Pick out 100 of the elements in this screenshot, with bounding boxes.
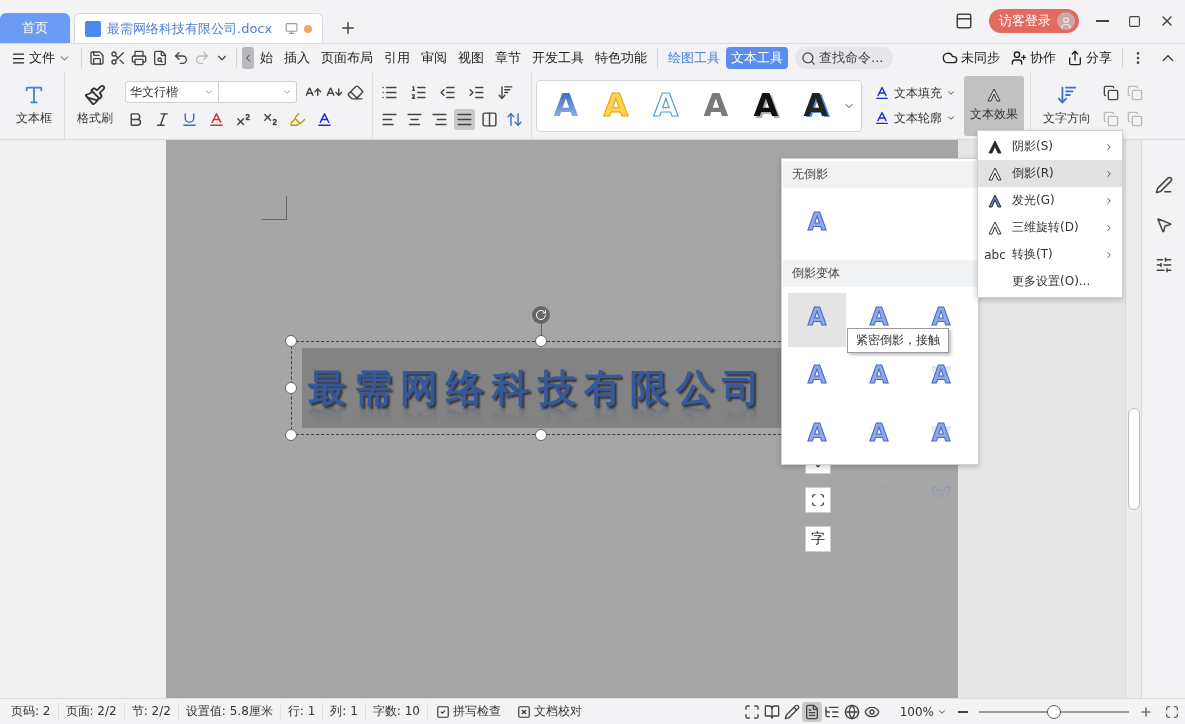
resize-handle[interactable] — [535, 429, 547, 441]
user-plus-icon — [1011, 50, 1027, 66]
print-button[interactable] — [129, 48, 149, 68]
section-title: 无倒影 — [783, 161, 977, 188]
monitor-icon — [285, 22, 298, 35]
letter-a-icon — [988, 139, 1002, 154]
numbered-list-icon — [410, 83, 427, 101]
layout-icon — [955, 12, 973, 30]
outline-button[interactable] — [805, 487, 831, 513]
menu-tab[interactable]: 视图 — [453, 47, 489, 69]
book-icon — [763, 703, 780, 720]
menu-tab[interactable]: 章节 — [490, 47, 526, 69]
font-color-icon — [316, 111, 333, 128]
text-direction-button[interactable]: 文字方向 — [1037, 75, 1097, 136]
menu-tab[interactable]: 审阅 — [416, 47, 452, 69]
text-color-icon — [874, 110, 890, 126]
menu-item[interactable]: 倒影(R) — [978, 160, 1122, 187]
menu-tab[interactable]: 始 — [255, 47, 278, 69]
resize-handle[interactable] — [285, 382, 297, 394]
action-button[interactable]: 分享 — [1062, 47, 1117, 69]
document-icon — [85, 20, 101, 37]
resize-handle[interactable] — [285, 335, 297, 347]
page-view-button[interactable] — [801, 701, 822, 722]
underline-icon — [181, 111, 198, 128]
text-outline-button[interactable]: 文本轮廓 — [872, 109, 958, 127]
scissors-icon — [110, 50, 126, 66]
menu-tab[interactable]: 特色功能 — [590, 47, 652, 69]
rotate-handle[interactable] — [532, 306, 550, 324]
frame-icon — [811, 493, 825, 507]
resize-handle[interactable] — [285, 429, 297, 441]
maximize-icon — [1128, 14, 1141, 28]
redo-icon — [194, 50, 210, 66]
action-button[interactable]: 协作 — [1006, 47, 1061, 69]
fit-page-icon — [1165, 704, 1179, 719]
icon-text: abc — [984, 247, 1006, 262]
caret-icon — [946, 88, 956, 98]
text-style-preset[interactable]: A — [791, 87, 841, 124]
caret-icon — [282, 87, 292, 97]
save-button[interactable] — [87, 48, 107, 68]
font-size-field[interactable] — [219, 81, 297, 103]
status-text: 设置值: 5.8厘米 — [178, 703, 281, 720]
pointer-icon — [1154, 216, 1173, 234]
menu-tab[interactable]: 引用 — [379, 47, 415, 69]
tooltip: 紧密倒影，接触 — [847, 328, 949, 353]
strikethrough-icon — [208, 111, 225, 128]
scrollbar-thumb[interactable] — [1128, 408, 1140, 510]
font-field[interactable]: 华文行楷 — [125, 81, 219, 103]
print-preview-icon — [152, 50, 168, 66]
text-color-icon — [874, 85, 890, 101]
menu-tab[interactable]: 绘图工具 — [663, 47, 725, 69]
text-fill-button[interactable]: 文本填充 — [872, 84, 958, 102]
status-button[interactable]: 文档校对 — [508, 703, 590, 720]
check-box-icon — [435, 704, 450, 719]
menu-item[interactable]: 阴影(S) — [978, 133, 1122, 160]
minus-icon — [958, 710, 968, 713]
menu-item[interactable]: 更多设置(O)... — [978, 268, 1122, 295]
text-style-preset[interactable]: A — [741, 87, 791, 124]
text-effects-button[interactable]: 文本效果 — [964, 75, 1024, 136]
textbox-copy-icon — [1127, 84, 1143, 101]
menu-item[interactable]: 发光(G) — [978, 187, 1122, 214]
page-view-icon — [803, 703, 820, 720]
status-button[interactable]: 拼写检查 — [427, 703, 509, 720]
text-style-preset[interactable]: A — [691, 87, 741, 124]
textbox-copy-icon — [1103, 110, 1119, 127]
x-box-icon — [516, 704, 531, 719]
scroll-left-button[interactable] — [242, 47, 254, 69]
sort-icon — [497, 83, 514, 101]
status-text: 页码: 2 — [4, 703, 59, 720]
status-text: 行: 1 — [280, 703, 324, 720]
format-painter-button[interactable]: 格式刷 — [71, 75, 119, 136]
zoom-dropdown[interactable]: 100% — [891, 704, 955, 719]
document-tab[interactable]: 最需网络科技有限公司.docx — [74, 13, 323, 43]
action-button[interactable]: 未同步 — [937, 47, 1005, 69]
minimize-icon — [1096, 20, 1109, 22]
status-text: 列: 1 — [323, 703, 366, 720]
eraser-icon — [347, 83, 364, 101]
textbox-icon — [23, 84, 45, 106]
fullscreen-icon — [743, 703, 760, 720]
line-spacing-icon — [506, 110, 523, 128]
menu-item[interactable]: 三维旋转(D) — [978, 214, 1122, 241]
letter-a-icon — [988, 193, 1002, 208]
status-text: 字数: 10 — [365, 703, 428, 720]
textbox-button[interactable]: 文本框 — [10, 75, 58, 136]
undo-icon — [173, 50, 189, 66]
resize-handle[interactable] — [535, 335, 547, 347]
menu-item[interactable]: abc 转换(T) — [978, 241, 1122, 268]
section-title: 倒影变体 — [783, 260, 977, 287]
superscript-icon — [235, 111, 252, 128]
sliders-icon — [1154, 256, 1173, 274]
menu-tab[interactable]: 开发工具 — [527, 47, 589, 69]
menu-tab[interactable]: 插入 — [279, 47, 315, 69]
text-direction-icon — [1056, 84, 1078, 106]
print-icon — [131, 50, 147, 66]
text-button[interactable]: 字 — [805, 526, 831, 552]
italic-icon — [154, 111, 171, 128]
file-menu[interactable]: 文件 — [6, 47, 76, 69]
zoom-thumb[interactable] — [1047, 704, 1061, 719]
align-button[interactable] — [454, 108, 475, 130]
menu-tab[interactable]: 页面布局 — [316, 47, 378, 69]
search-field[interactable]: 查找命令... — [795, 47, 894, 69]
